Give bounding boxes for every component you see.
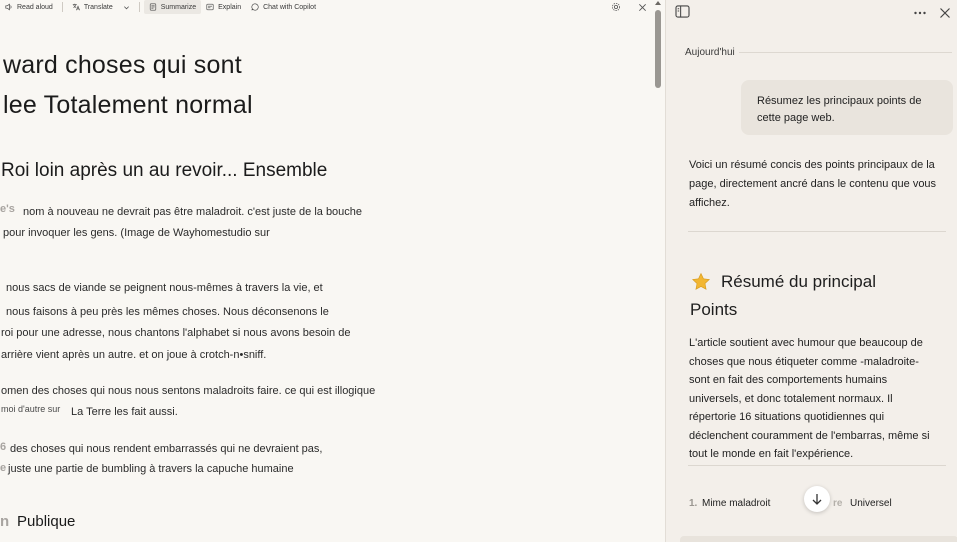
toolbar-divider [61,2,63,12]
paragraph-fragment: moi d'autre sur [1,404,61,414]
chevron-down-icon[interactable] [123,4,130,11]
paragraph-line: juste une partie de bumbling à travers l… [8,463,294,475]
summary-card-body: L'article soutient avec humour que beauc… [689,337,930,460]
read-aloud-label: Read aloud [17,3,53,11]
reader-toolbar: Read aloud Translate Summarize Explain C… [0,0,650,14]
close-panel-button[interactable] [939,6,953,20]
paragraph-line: pour invoquer les gens. (Image de Wayhom… [3,227,270,239]
close-reader-button[interactable] [635,0,649,14]
summary-card-title: Résumé du principal [721,272,876,291]
translate-button[interactable]: Translate [67,0,135,14]
explain-label: Explain [218,3,242,11]
sidebar-toggle-button[interactable] [675,5,691,21]
chat-with-copilot-button[interactable]: Chat with Copilot [246,0,321,14]
summarize-label: Summarize [160,3,197,11]
paragraph-line: nous faisons à peu près les mêmes choses… [6,306,329,318]
divider [688,231,946,232]
faded-text: re [833,498,843,509]
article-title-line-2: lee Totalement normal [3,91,253,119]
list-item-right: Universel [850,498,892,509]
more-options-icon [914,11,926,15]
paragraph-line: des choses qui nous rendent embarrassés … [10,443,323,455]
reader-settings-button[interactable] [609,0,623,14]
scroll-up-arrow[interactable] [655,1,661,5]
user-message-bubble: Résumez les principaux points de cette p… [741,80,953,135]
date-label: Aujourd'hui [685,47,739,58]
paragraph-line: roi pour une adresse, nous chantons l'al… [1,327,351,339]
read-aloud-button[interactable]: Read aloud [0,0,58,14]
translate-label: Translate [83,3,113,11]
paragraph-line: nom à nouveau ne devrait pas être maladr… [23,206,363,218]
user-message: Résumez les principaux points de cette p… [757,95,922,124]
list-number: 1. [689,498,698,509]
scroll-thumb[interactable] [655,10,661,88]
faded-text: 6 [0,441,7,453]
paragraph-line: nous sacs de viande se peignent nous-mêm… [6,282,323,294]
arrow-down-icon [812,493,822,505]
read-aloud-icon [5,3,12,11]
section-heading: Roi loin après un au revoir... Ensemble [1,160,328,181]
list-item-left: Mime maladroit [702,498,771,509]
paragraph-line: La Terre les fait aussi. [71,406,178,418]
star-icon [692,272,710,290]
immersive-reader: Read aloud Translate Summarize Explain C… [0,0,665,542]
faded-text: n [0,513,10,530]
explain-button[interactable]: Explain [201,0,246,14]
explain-icon [206,3,214,11]
summary-card-title-line-2: Points [690,300,738,319]
chat-with-copilot-label: Chat with Copilot [263,3,317,11]
copilot-panel: Aujourd'hui Résumez les principaux point… [665,0,957,542]
toolbar-divider [138,2,140,12]
close-icon [940,8,950,18]
panel-header [666,0,957,26]
summarize-icon [149,3,156,11]
assistant-intro: Voici un résumé concis des points princi… [689,159,937,209]
faded-text: e's [0,203,15,215]
paragraph-line: arrière vient après un autre. et on joue… [1,349,267,361]
scroll-to-bottom-button[interactable] [804,486,830,512]
gear-icon [612,3,620,11]
faded-text: e [0,462,7,474]
article-title-line-1: ward choses qui sont [3,51,242,79]
more-options-button[interactable] [914,5,928,21]
paragraph-line: omen des choses qui nous nous sentons ma… [1,385,376,397]
panel-bottom-edge [680,536,957,542]
divider [688,465,946,466]
copilot-chat-icon [251,3,259,11]
close-icon [638,3,646,11]
sidebar-toggle-icon [675,5,690,18]
translate-icon [72,3,80,11]
reader-scrollbar[interactable] [654,0,662,542]
section-heading: Publique [17,513,76,530]
summarize-button[interactable]: Summarize [143,0,202,14]
